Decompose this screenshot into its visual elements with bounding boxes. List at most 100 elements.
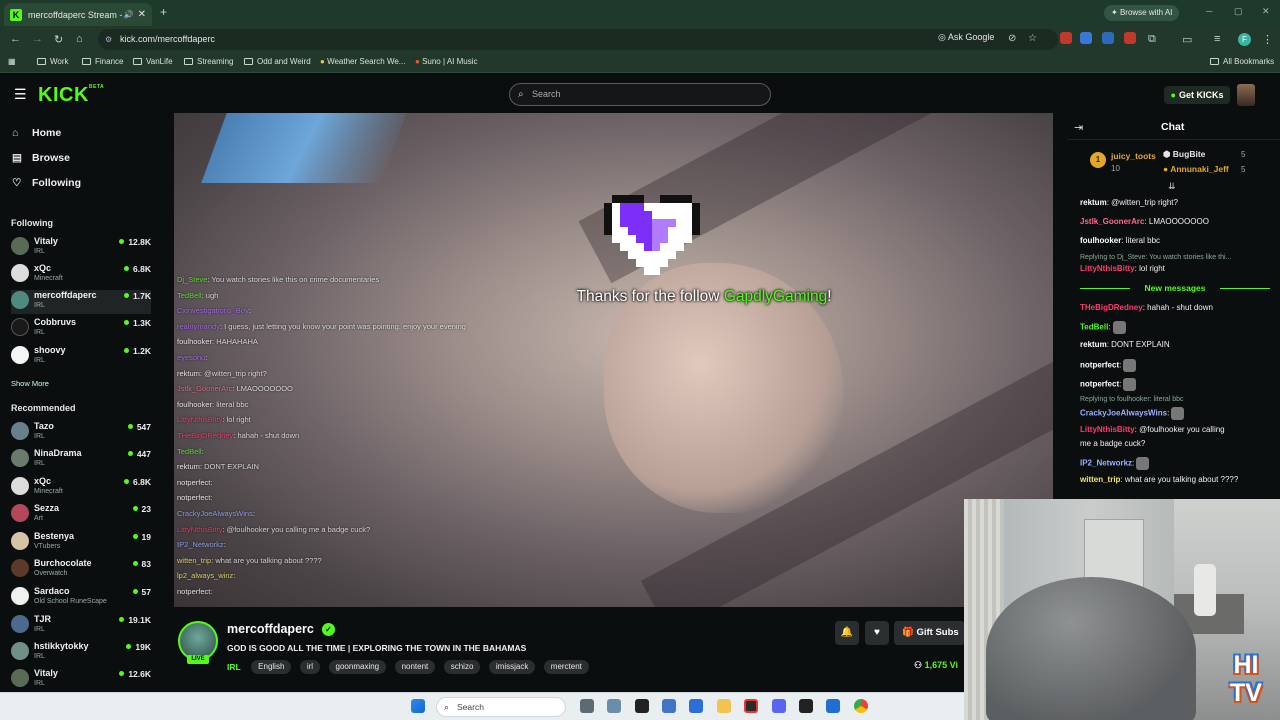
chat-message[interactable]: Jstlk_GoonerArc: LMAOOOOOOO xyxy=(1080,217,1276,226)
windows-start-icon[interactable] xyxy=(411,699,425,713)
stream-tag[interactable]: merctent xyxy=(543,659,589,674)
stream-tag[interactable]: English xyxy=(251,659,292,674)
chat-username[interactable]: IP2_Networkz xyxy=(1080,459,1132,468)
get-kicks-button[interactable]: ● Get KICKs xyxy=(1164,86,1230,104)
stream-tag[interactable]: goonmaxing xyxy=(328,659,387,674)
nav-following[interactable]: ♡ Following xyxy=(12,177,81,189)
ask-google-button[interactable]: ◎ Ask Google xyxy=(938,32,994,43)
chat-message[interactable]: rektum: DONT EXPLAIN xyxy=(1080,340,1276,349)
address-bar[interactable]: ⚙ kick.com/mercoffdaperc xyxy=(98,29,1058,50)
recommended-channel[interactable]: TJR IRL 19.1K xyxy=(11,614,151,638)
extension-icon[interactable] xyxy=(1124,32,1136,44)
following-channel-cobbruvs[interactable]: Cobbruvs IRL 1.3K xyxy=(11,317,151,341)
following-channel-shoovy[interactable]: shoovy IRL 1.2K xyxy=(11,345,151,369)
browser-tab[interactable]: K mercoffdaperc Stream - W 🔊 ✕ xyxy=(4,3,152,26)
chat-username[interactable]: LittyNthisBitty xyxy=(1080,425,1135,434)
gift-leader[interactable]: juicy_toots xyxy=(1111,151,1156,161)
recommended-channel[interactable]: Bestenya VTubers 19 xyxy=(11,531,151,555)
recommended-channel[interactable]: hstikkytokky IRL 19K xyxy=(11,641,151,665)
search-input[interactable]: ⌕ Search xyxy=(509,83,771,106)
chat-message[interactable]: LittyNthisBitty: lol right xyxy=(1080,264,1276,273)
chat-username[interactable]: TedBell xyxy=(1080,323,1108,332)
maximize-icon[interactable]: ▢ xyxy=(1234,6,1243,17)
chat-message[interactable]: rektum: @witten_trip right? xyxy=(1080,198,1276,207)
task-view-icon[interactable] xyxy=(580,699,594,713)
expand-leaders-icon[interactable]: ⇊ xyxy=(1168,181,1176,192)
app-icon[interactable] xyxy=(635,699,649,713)
gift-leader[interactable]: ⬢ BugBite xyxy=(1163,149,1205,160)
stream-tag[interactable]: imissjack xyxy=(488,659,536,674)
chat-message[interactable]: notperfect: xyxy=(1080,359,1276,372)
hamburger-menu-icon[interactable]: ☰ xyxy=(14,86,27,103)
site-info-icon[interactable]: ⚙ xyxy=(105,29,112,50)
stream-tag[interactable]: schizo xyxy=(443,659,481,674)
recommended-channel[interactable]: Burchocolate Overwatch 83 xyxy=(11,558,151,582)
chat-message[interactable]: LittyNthisBitty: @foulhooker you calling xyxy=(1080,425,1276,434)
eye-off-icon[interactable]: ⊘ xyxy=(1008,33,1016,44)
gift-subs-button[interactable]: 🎁 Gift Subs xyxy=(894,621,965,645)
tab-search-icon[interactable]: ≡ xyxy=(1214,33,1220,45)
chat-username[interactable]: witten_trip xyxy=(1080,475,1120,484)
translate-extension-icon[interactable] xyxy=(1080,32,1092,44)
show-more-link[interactable]: Show More xyxy=(11,379,49,388)
nav-home[interactable]: ⌂ Home xyxy=(12,127,61,139)
home-browser-icon[interactable]: ⌂ xyxy=(76,33,83,45)
chat-username[interactable]: foulhooker xyxy=(1080,236,1121,245)
chat-message[interactable]: me a badge cuck? xyxy=(1080,439,1276,448)
bookmark-suno[interactable]: ● Suno | AI Music xyxy=(415,57,478,66)
stream-category[interactable]: IRL xyxy=(227,662,241,672)
chat-message[interactable]: notperfect: xyxy=(1080,378,1276,391)
chrome-icon[interactable] xyxy=(854,699,868,713)
new-tab-button[interactable]: + xyxy=(160,5,167,19)
apps-grid-icon[interactable]: ▦ xyxy=(8,57,16,66)
bookmark-streaming[interactable]: Streaming xyxy=(184,57,233,66)
recommended-channel[interactable]: xQc Minecraft 6.8K xyxy=(11,476,151,500)
settings-app-icon[interactable] xyxy=(607,699,621,713)
notepad-app-icon[interactable] xyxy=(689,699,703,713)
discord-icon[interactable] xyxy=(772,699,786,713)
bookmark-odd-and-weird[interactable]: Odd and Weird xyxy=(244,57,311,66)
browse-with-ai-button[interactable]: ✦ Browse with AI xyxy=(1104,5,1180,21)
bookmark-vanlife[interactable]: VanLife xyxy=(133,57,173,66)
bookmark-finance[interactable]: Finance xyxy=(82,57,123,66)
taskbar-search[interactable]: ⌕ Search xyxy=(436,697,566,717)
close-window-icon[interactable]: ✕ xyxy=(1262,6,1270,17)
chat-message[interactable]: THeBigDRedney: hahah - shut down xyxy=(1080,303,1276,312)
back-icon[interactable]: ← xyxy=(10,33,21,45)
bookmark-star-icon[interactable]: ☆ xyxy=(1028,33,1037,44)
chat-username[interactable]: THeBigDRedney xyxy=(1080,303,1143,312)
minimize-icon[interactable]: ─ xyxy=(1206,6,1212,16)
close-tab-icon[interactable]: ✕ xyxy=(138,9,146,20)
calculator-app-icon[interactable] xyxy=(662,699,676,713)
video-player[interactable]: Thanks for the follow GapdlyGaming! Dj_S… xyxy=(174,113,1053,607)
gift-leader[interactable]: ● Annunaki_Jeff xyxy=(1163,164,1229,174)
chat-username[interactable]: notperfect xyxy=(1080,361,1119,370)
chat-message[interactable]: foulhooker: literal bbc xyxy=(1080,236,1276,245)
notification-bell-button[interactable]: 🔔 xyxy=(835,621,859,645)
obs-app-icon[interactable] xyxy=(744,699,758,713)
reload-icon[interactable]: ↻ xyxy=(54,33,63,46)
user-avatar[interactable] xyxy=(1237,84,1255,106)
file-explorer-icon[interactable] xyxy=(717,699,731,713)
chat-username[interactable]: rektum xyxy=(1080,198,1107,207)
profile-avatar[interactable]: F xyxy=(1238,33,1251,46)
nav-browse[interactable]: ▤ Browse xyxy=(12,152,70,164)
extension-icon[interactable] xyxy=(1060,32,1072,44)
chat-message[interactable]: TedBell: xyxy=(1080,321,1276,334)
streamer-name[interactable]: mercoffdaperc xyxy=(227,622,314,636)
chat-message[interactable]: CrackyJoeAlwaysWins: xyxy=(1080,407,1276,420)
all-bookmarks[interactable]: All Bookmarks xyxy=(1210,57,1274,66)
chatgpt-icon[interactable] xyxy=(799,699,813,713)
extension-icon[interactable] xyxy=(1102,32,1114,44)
chat-message[interactable]: witten_trip: what are you talking about … xyxy=(1080,475,1276,484)
following-channel-xqc[interactable]: xQc Minecraft 6.8K xyxy=(11,263,151,287)
cast-icon[interactable]: ▭ xyxy=(1182,33,1192,46)
following-channel-mercoffdaperc[interactable]: mercoffdaperc IRL 1.7K xyxy=(11,290,151,314)
forward-icon[interactable]: → xyxy=(32,33,43,45)
following-channel-vitaly[interactable]: Vitaly IRL 12.8K xyxy=(11,236,151,260)
kick-logo[interactable]: KICKBETA xyxy=(38,84,104,107)
menu-dots-icon[interactable]: ⋮ xyxy=(1262,33,1273,46)
chat-username[interactable]: Jstlk_GoonerArc xyxy=(1080,217,1144,226)
bookmark-weather[interactable]: ● Weather Search We... xyxy=(320,57,405,66)
outlook-icon[interactable] xyxy=(826,699,840,713)
